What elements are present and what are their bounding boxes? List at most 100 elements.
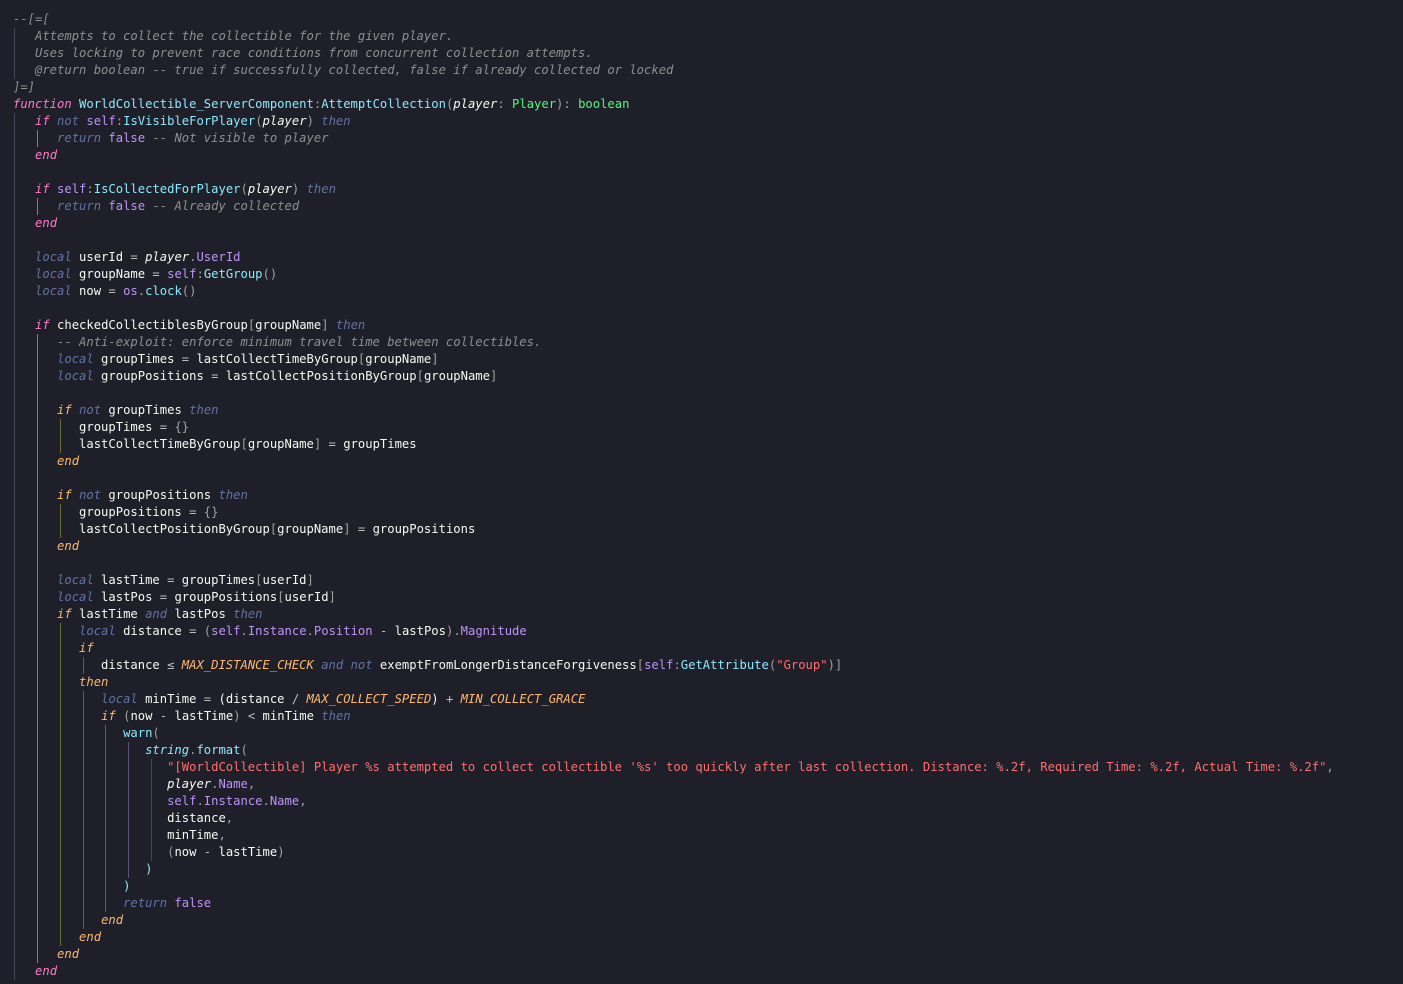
code-token: Name: [269, 794, 300, 808]
code-token: -- Not visible to player: [152, 131, 329, 145]
code-token: format: [196, 743, 241, 757]
code-line: self.Instance.Name,: [13, 793, 1334, 810]
code-editor[interactable]: --[=[ Attempts to collect the collectibl…: [0, 0, 1403, 984]
code-line: -- Anti-exploit: enforce minimum travel …: [13, 334, 1334, 351]
code-token: end: [35, 148, 58, 162]
code-token: ]: [343, 522, 351, 536]
code-token: ]: [328, 590, 336, 604]
code-token: .: [196, 794, 204, 808]
code-token: minTime: [255, 709, 322, 723]
code-token: IsVisibleForPlayer: [123, 114, 256, 128]
code-token: ]: [489, 369, 498, 383]
code-token: ): [827, 658, 835, 672]
code-token: GetAttribute: [680, 658, 769, 672]
code-token: IsCollectedForPlayer: [93, 182, 241, 196]
code-token: =: [108, 284, 116, 298]
code-token: (): [262, 267, 278, 281]
code-token: lastTime: [93, 573, 168, 587]
code-line: end: [13, 453, 1334, 470]
code-token: :: [196, 267, 204, 281]
code-token: lastTime: [167, 709, 234, 723]
code-token: end: [101, 913, 124, 927]
code-line: warn(: [13, 725, 1334, 742]
code-token: not: [79, 488, 102, 502]
code-token: Instance: [247, 624, 307, 638]
code-token: not: [350, 658, 373, 672]
code-token: local: [57, 369, 94, 383]
code-line: if checkedCollectiblesByGroup[groupName]…: [13, 317, 1334, 334]
code-token: Position: [313, 624, 373, 638]
code-token: return: [57, 131, 102, 145]
code-line: return false: [13, 895, 1334, 912]
code-token: userId: [71, 250, 131, 264]
code-token: lastCollectPositionByGroup: [218, 369, 417, 383]
code-line: local userId = player.UserId: [13, 249, 1334, 266]
code-token: ): [277, 845, 285, 859]
code-token: self: [644, 658, 674, 672]
code-text[interactable]: --[=[ Attempts to collect the collectibl…: [13, 11, 1334, 980]
code-token: return: [57, 199, 102, 213]
code-token: =: [159, 420, 168, 434]
code-token: ]=]: [13, 80, 36, 94]
code-token: groupTimes: [335, 437, 417, 451]
code-token: groupName: [423, 369, 490, 383]
code-token: MAX_COLLECT_SPEED: [306, 692, 432, 706]
code-token: lastTime: [211, 845, 278, 859]
code-token: Name: [218, 777, 248, 791]
code-line: distance ≤ MAX_DISTANCE_CHECK and not ex…: [13, 657, 1334, 674]
code-token: :: [115, 114, 124, 128]
code-token: end: [57, 454, 80, 468]
code-token: lastPos: [93, 590, 160, 604]
code-token: (: [152, 726, 160, 740]
code-token: if: [35, 114, 50, 128]
code-token: local: [35, 267, 72, 281]
code-token: groupTimes: [93, 352, 182, 366]
code-token: --[=[: [13, 12, 50, 26]
code-line: (now - lastTime): [13, 844, 1334, 861]
code-token: local: [35, 250, 72, 264]
code-token: :: [86, 182, 94, 196]
code-token: =: [130, 250, 138, 264]
code-token: ,: [225, 811, 234, 825]
code-line: end: [13, 538, 1334, 555]
code-line: then: [13, 674, 1334, 691]
code-token: .: [262, 794, 270, 808]
code-token: and: [145, 607, 168, 621]
code-token: (: [240, 182, 248, 196]
code-token: minTime: [137, 692, 204, 706]
code-token: player: [453, 97, 498, 111]
code-token: player: [262, 114, 307, 128]
code-token: -- Anti-exploit: enforce minimum travel …: [57, 335, 542, 349]
code-token: ]: [834, 658, 843, 672]
code-token: if: [79, 641, 94, 655]
code-token: "[WorldCollectible] Player %s attempted …: [167, 760, 1327, 774]
code-token: WorldCollectible_ServerComponent: [79, 97, 314, 111]
code-line: local minTime = (distance / MAX_COLLECT_…: [13, 691, 1334, 708]
code-line: --[=[: [13, 11, 1334, 28]
code-token: groupPositions: [13, 505, 190, 519]
code-token: groupTimes: [13, 420, 160, 434]
code-line: if not self:IsVisibleForPlayer(player) t…: [13, 113, 1334, 130]
code-line: end: [13, 963, 1334, 980]
code-line: local groupPositions = lastCollectPositi…: [13, 368, 1334, 385]
code-token: self: [86, 114, 116, 128]
code-token: .: [137, 284, 146, 298]
